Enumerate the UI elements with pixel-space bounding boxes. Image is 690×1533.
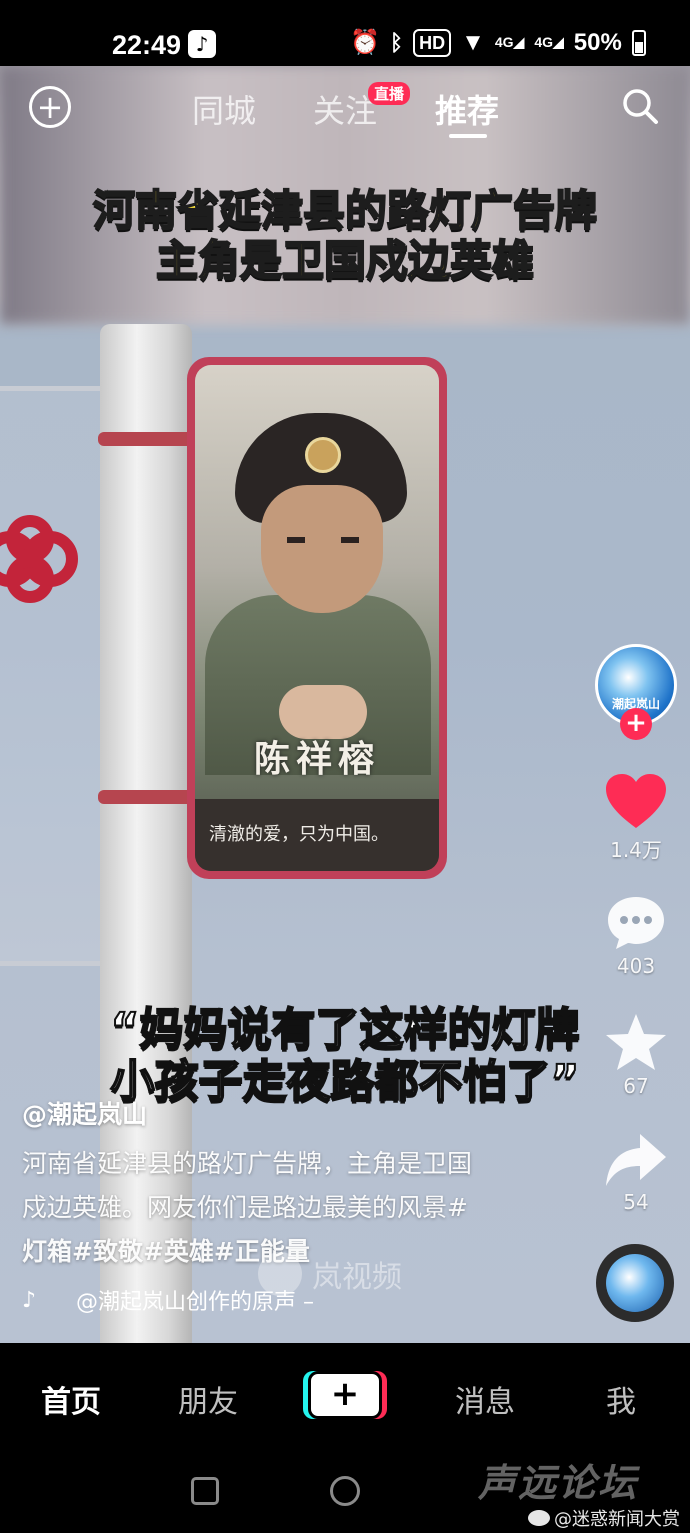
description-line-1: 河南省延津县的路灯广告牌，主角是卫国 bbox=[22, 1149, 473, 1178]
tab-recommended[interactable]: 推荐 bbox=[435, 86, 499, 132]
like-heart-icon[interactable] bbox=[604, 772, 668, 832]
cap-badge-icon bbox=[305, 437, 341, 473]
forum-watermark: 声远论坛 bbox=[478, 1461, 639, 1505]
status-time: 22:49 bbox=[112, 30, 182, 60]
tab-friends[interactable]: 朋友 bbox=[178, 1377, 238, 1421]
caption-top-line-1: 河南省延津县的路灯广告牌 bbox=[92, 186, 598, 235]
wifi-icon: ▼ bbox=[461, 28, 485, 56]
tab-home[interactable]: 首页 bbox=[41, 1377, 101, 1421]
hd-badge: HD bbox=[413, 28, 452, 57]
soldier-eyes bbox=[287, 537, 359, 543]
sign-name: 陈祥榕 bbox=[253, 738, 380, 780]
tiktok-icon: ♪ bbox=[188, 30, 216, 58]
author-name[interactable]: @潮起岚山 bbox=[22, 1095, 147, 1131]
search-icon[interactable] bbox=[620, 86, 660, 126]
home-icon[interactable] bbox=[330, 1476, 360, 1506]
create-button[interactable]: + bbox=[308, 1371, 382, 1419]
recents-icon[interactable] bbox=[191, 1477, 219, 1505]
alarm-icon: ⏰ bbox=[350, 29, 380, 56]
chinese-knot-decoration bbox=[0, 515, 78, 603]
caption-top-line-2: 主角是卫国戍边英雄 bbox=[155, 236, 535, 285]
comment-icon[interactable] bbox=[604, 893, 668, 953]
follow-button[interactable]: + bbox=[620, 708, 652, 740]
tab-messages[interactable]: 消息 bbox=[455, 1377, 515, 1421]
music-title: @潮起岚山创作的原声 – bbox=[76, 1290, 315, 1315]
share-count: 54 bbox=[623, 1190, 649, 1214]
like-count: 1.4万 bbox=[610, 838, 662, 862]
lamp-sign: 陈祥榕 清澈的爱，只为中国。 bbox=[187, 357, 447, 879]
bottom-tab-bar: 首页 朋友 + 消息 我 bbox=[0, 1343, 690, 1447]
music-note-icon: ♪ bbox=[22, 1287, 37, 1313]
favorite-star-icon[interactable] bbox=[604, 1012, 668, 1072]
quote-line-1: “妈妈说有了这样的灯牌 bbox=[110, 1004, 581, 1055]
bluetooth-icon: ᛒ bbox=[389, 29, 404, 55]
signal-icon-1: 4G◢ bbox=[494, 34, 525, 50]
status-icons: ⏰ ᛒ HD ▼ 4G◢ 4G◢ 50% bbox=[350, 28, 646, 57]
weibo-watermark-text: @迷惑新闻大赏 bbox=[554, 1509, 680, 1530]
music-row[interactable]: ♪ @潮起岚山创作的原声 – bbox=[22, 1284, 314, 1316]
add-icon[interactable]: + bbox=[29, 86, 71, 128]
top-nav: + 同城 关注 直播 推荐 bbox=[0, 66, 690, 146]
music-disc-icon[interactable] bbox=[596, 1244, 674, 1322]
battery-icon bbox=[631, 29, 646, 56]
weibo-watermark: @迷惑新闻大赏 bbox=[528, 1505, 680, 1531]
favorite-count: 67 bbox=[623, 1074, 649, 1098]
share-arrow-icon[interactable] bbox=[604, 1130, 668, 1190]
tab-nearby[interactable]: 同城 bbox=[192, 86, 256, 132]
watermark-text: 岚视频 bbox=[312, 1260, 402, 1295]
live-badge[interactable]: 直播 bbox=[368, 82, 411, 105]
plus-icon: + bbox=[330, 1374, 360, 1414]
music-disc-cover bbox=[606, 1254, 664, 1312]
weibo-logo-icon bbox=[528, 1510, 550, 1526]
sign-slogan: 清澈的爱，只为中国。 bbox=[195, 799, 439, 871]
battery-percent: 50% bbox=[573, 28, 622, 56]
soldier-face bbox=[261, 485, 383, 613]
comment-count: 403 bbox=[616, 954, 656, 978]
tab-me[interactable]: 我 bbox=[606, 1377, 636, 1421]
signal-icon-2: 4G◢ bbox=[534, 34, 564, 50]
active-tab-indicator bbox=[449, 134, 487, 138]
description-line-2: 戍边英雄。网友你们是路边最美的风景# bbox=[22, 1193, 468, 1222]
sign-portrait: 陈祥榕 清澈的爱，只为中国。 bbox=[195, 365, 439, 871]
